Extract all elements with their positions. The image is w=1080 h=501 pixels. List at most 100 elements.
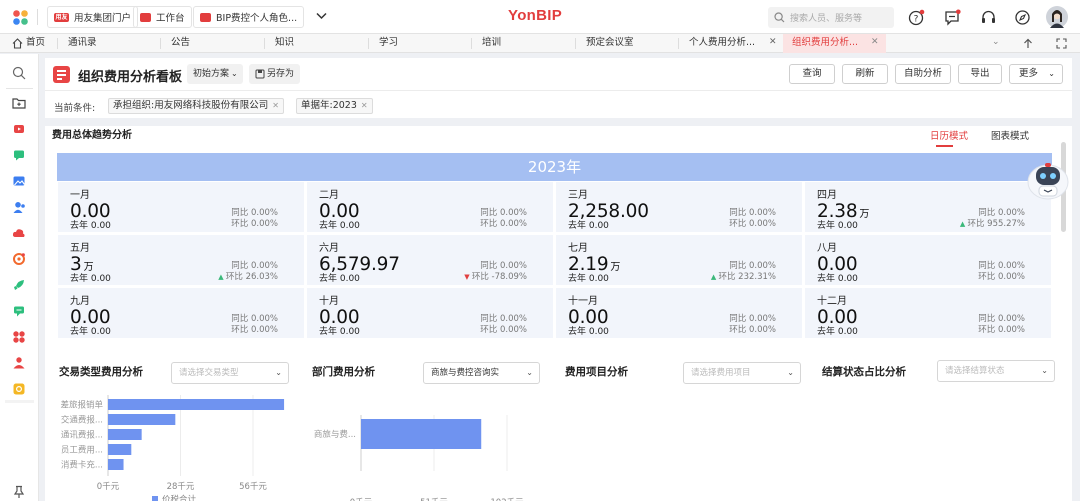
close-icon[interactable]: ✕ [871, 37, 879, 47]
last-year-value: 去年 0.00 [568, 327, 609, 337]
current-app-tab[interactable]: BIP费控个人角色... [193, 6, 305, 28]
tab-home[interactable]: 首页 [26, 34, 45, 52]
settlement-panel: 结算状态占比分析 请选择结算状态 ⌄ [811, 355, 1062, 501]
department-select[interactable]: 商旅与费控咨询实 ⌄ [423, 362, 540, 384]
query-button[interactable]: 查询 [789, 64, 835, 84]
tab-learning[interactable]: 学习 [379, 34, 398, 52]
headset-icon[interactable] [980, 9, 997, 26]
message-icon[interactable] [944, 9, 961, 26]
apps-icon[interactable] [12, 330, 26, 344]
last-year-value: 去年 0.00 [319, 274, 360, 284]
last-year-value: 去年 0.00 [817, 327, 858, 337]
last-year-value: 去年 0.00 [319, 327, 360, 337]
search-input[interactable]: 搜索人员、服务等 [790, 11, 862, 24]
tab-contacts[interactable]: 通讯录 [68, 34, 97, 52]
arrow-up-icon[interactable] [1023, 38, 1033, 49]
legend-label[interactable]: 价税合计 [162, 494, 197, 501]
close-icon[interactable]: ✕ [361, 101, 368, 110]
tab-announcements[interactable]: 公告 [171, 34, 190, 52]
contacts-icon[interactable] [12, 200, 26, 214]
user-shield-icon[interactable] [12, 356, 26, 370]
chat-icon[interactable] [12, 148, 26, 162]
comment-icon[interactable] [12, 304, 26, 318]
bar[interactable] [108, 429, 142, 440]
month-cell[interactable]: 八月 0.00 去年 0.00 同比 0.00% 环比 0.00% [804, 234, 1052, 286]
save-as-button[interactable]: 另存为 [249, 64, 300, 84]
month-name: 十一月 [568, 296, 598, 307]
month-cell[interactable]: 二月 0.00 去年 0.00 同比 0.00% 环比 0.00% [306, 181, 554, 233]
close-icon[interactable]: ✕ [272, 101, 279, 110]
more-button[interactable]: 更多 ⌄ [1009, 64, 1063, 84]
last-year-value: 去年 0.00 [568, 274, 609, 284]
bar[interactable] [361, 419, 482, 449]
global-search[interactable]: 搜索人员、服务等 [768, 7, 894, 28]
workbench-tab[interactable]: 工作台 [133, 6, 192, 28]
filter-chip-org[interactable]: 承担组织:用友网络科技股份有限公司 ✕ [108, 98, 284, 114]
tag-icon[interactable] [12, 382, 26, 396]
export-button[interactable]: 导出 [958, 64, 1002, 84]
rocket-icon[interactable] [12, 278, 26, 292]
bar[interactable] [108, 459, 124, 470]
month-cell[interactable]: 九月 0.00 去年 0.00 同比 0.00% 环比 0.00% [57, 287, 305, 339]
trade-type-select[interactable]: 请选择交易类型 ⌄ [171, 362, 289, 384]
tick-label: 0千元 [97, 481, 120, 492]
tab-training[interactable]: 培训 [482, 34, 501, 52]
month-cell[interactable]: 六月 6,579.97 去年 0.00 同比 0.00% ▼ 环比 -78.09% [306, 234, 554, 286]
tick-label: 0千元 [350, 497, 373, 501]
org-portal-tab[interactable]: 用友 用友集团门户 [47, 6, 139, 28]
video-icon[interactable] [12, 122, 26, 136]
assistant-robot-icon[interactable] [1026, 158, 1071, 202]
bar[interactable] [108, 414, 176, 425]
tab-personal-expense[interactable]: 个人费用分析... [689, 34, 769, 52]
mom-rate: 环比 0.00% [231, 325, 278, 335]
board-icon [53, 66, 70, 83]
tab-meeting-room[interactable]: 预定会议室 [586, 34, 634, 52]
target-icon[interactable] [12, 252, 26, 266]
fullscreen-icon[interactable] [1056, 38, 1067, 49]
value-unit: 万 [610, 262, 621, 273]
month-cell[interactable]: 四月 2.38 万去年 0.00 同比 0.00% ▲ 环比 955.27% [804, 181, 1052, 233]
app-menu-icon[interactable] [12, 9, 29, 26]
search-icon[interactable] [12, 66, 26, 80]
month-cell[interactable]: 三月 2,258.00 去年 0.00 同比 0.00% 环比 0.00% [555, 181, 803, 233]
tabs-overflow-icon[interactable]: ⌄ [992, 37, 1000, 47]
folder-add-icon[interactable] [12, 96, 26, 110]
panel-title: 交易类型费用分析 [59, 366, 143, 378]
settlement-status-select[interactable]: 请选择结算状态 ⌄ [937, 360, 1055, 382]
help-icon[interactable]: ? [908, 9, 925, 26]
month-cell[interactable]: 五月 3 万去年 0.00 同比 0.00% ▲ 环比 26.03% [57, 234, 305, 286]
pin-icon[interactable] [12, 485, 26, 499]
trend-down-icon: ▼ [464, 273, 472, 281]
month-cell[interactable]: 一月 0.00 去年 0.00 同比 0.00% 环比 0.00% [57, 181, 305, 233]
month-cell[interactable]: 七月 2.19 万去年 0.00 同比 0.00% ▲ 环比 232.31% [555, 234, 803, 286]
self-analysis-button[interactable]: 自助分析 [895, 64, 951, 84]
compass-icon[interactable] [1014, 9, 1031, 26]
calendar-mode-tab[interactable]: 日历模式 [930, 128, 968, 142]
yoy-rate: 同比 0.00% [729, 208, 776, 218]
cloud-icon[interactable] [12, 226, 26, 240]
yoy-rate: 同比 0.00% [978, 261, 1025, 271]
expense-item-select[interactable]: 请选择费用项目 ⌄ [683, 362, 801, 384]
tab-org-expense[interactable]: 组织费用分析... ✕ [783, 34, 886, 53]
month-cell[interactable]: 十月 0.00 去年 0.00 同比 0.00% 环比 0.00% [306, 287, 554, 339]
sidebar [0, 54, 39, 501]
image-icon[interactable] [12, 174, 26, 188]
filter-chip-year[interactable]: 单据年:2023 ✕ [296, 98, 373, 114]
refresh-button[interactable]: 刷新 [842, 64, 888, 84]
close-icon[interactable]: ✕ [769, 37, 777, 47]
month-cell[interactable]: 十二月 0.00 去年 0.00 同比 0.00% 环比 0.00% [804, 287, 1052, 339]
tab-org-expense-label: 组织费用分析... [792, 37, 859, 48]
svg-text:?: ? [914, 14, 919, 24]
tab-knowledge[interactable]: 知识 [275, 34, 294, 52]
month-name: 十月 [319, 296, 339, 307]
chevron-down-icon: ⌄ [231, 69, 238, 78]
top-bar: 用友 用友集团门户 工作台 BIP费控个人角色... YonBIP 搜索人员、服… [0, 0, 1080, 34]
chart-mode-tab[interactable]: 图表模式 [991, 128, 1029, 142]
tick-label: 51千元 [420, 497, 448, 501]
month-cell[interactable]: 十一月 0.00 去年 0.00 同比 0.00% 环比 0.00% [555, 287, 803, 339]
scheme-select[interactable]: 初始方案 ⌄ [187, 64, 243, 84]
bar[interactable] [108, 399, 285, 410]
chevron-down-icon[interactable] [316, 12, 327, 20]
bar[interactable] [108, 444, 132, 455]
avatar[interactable] [1046, 6, 1068, 28]
